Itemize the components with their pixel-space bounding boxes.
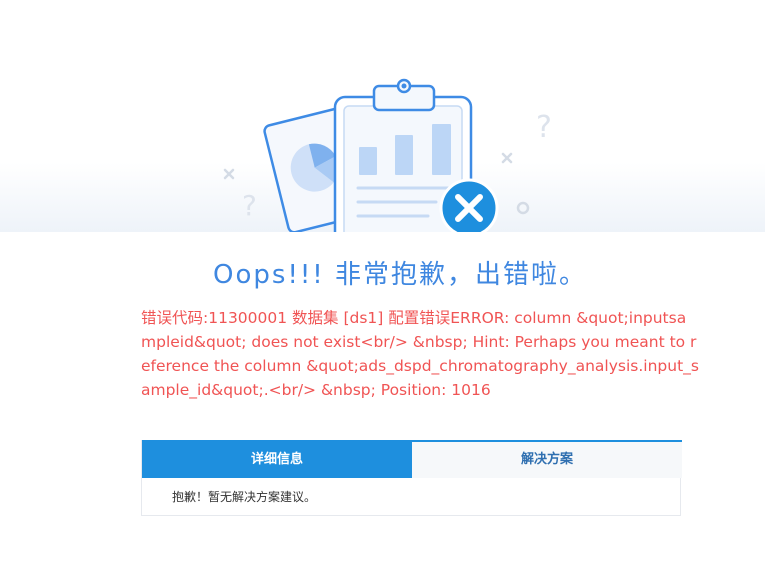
tab-details[interactable]: 详细信息 [142,442,412,478]
question-mark-icon: ? [242,189,257,222]
details-panel: 详细信息 解决方案 抱歉！暂无解决方案建议。 [141,440,682,516]
decorative-circle-icon [516,201,530,215]
question-mark-icon: ? [536,110,552,145]
panel-content-text: 抱歉！暂无解决方案建议。 [172,490,317,504]
clipboard-illustration: ? ? [223,78,552,232]
tab-bar: 详细信息 解决方案 [142,440,682,478]
error-x-icon [439,178,499,232]
error-page: ? ? Oops!!! 非常抱歉，出错啦。 错误代码:11300001 数据集 … [0,0,765,579]
error-illustration: ? ? [0,0,765,232]
error-message: 错误代码:11300001 数据集 [ds1] 配置错误ERROR: colum… [141,309,699,399]
page-title: Oops!!! 非常抱歉，出错啦。 [213,260,587,290]
tab-solutions[interactable]: 解决方案 [412,442,682,478]
